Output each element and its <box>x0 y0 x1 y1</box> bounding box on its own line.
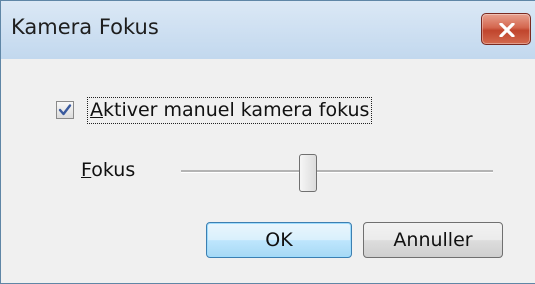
dialog-window: Kamera Fokus Aktiver manuel kamera fokus… <box>0 0 535 284</box>
slider-track[interactable] <box>181 170 493 173</box>
cancel-button[interactable]: Annuller <box>363 222 503 258</box>
ok-button[interactable]: OK <box>206 222 352 258</box>
title-bar[interactable]: Kamera Fokus <box>1 1 535 60</box>
close-icon <box>499 23 515 37</box>
slider-thumb[interactable] <box>299 154 317 192</box>
focus-mnemonic: F <box>81 159 92 181</box>
dialog-content: Aktiver manuel kamera fokus Fokus OK Ann… <box>1 59 535 283</box>
manual-focus-label[interactable]: Aktiver manuel kamera fokus <box>87 97 373 124</box>
manual-focus-checkbox[interactable] <box>56 101 74 119</box>
manual-focus-label-text: ktiver manuel kamera fokus <box>103 99 370 121</box>
focus-label-text: okus <box>91 159 136 181</box>
window-title: Kamera Fokus <box>11 15 159 39</box>
focus-label: Fokus <box>81 159 135 181</box>
checkmark-icon <box>58 104 72 116</box>
manual-focus-mnemonic: A <box>90 99 103 121</box>
close-button[interactable] <box>481 13 531 45</box>
focus-slider[interactable] <box>181 154 493 192</box>
